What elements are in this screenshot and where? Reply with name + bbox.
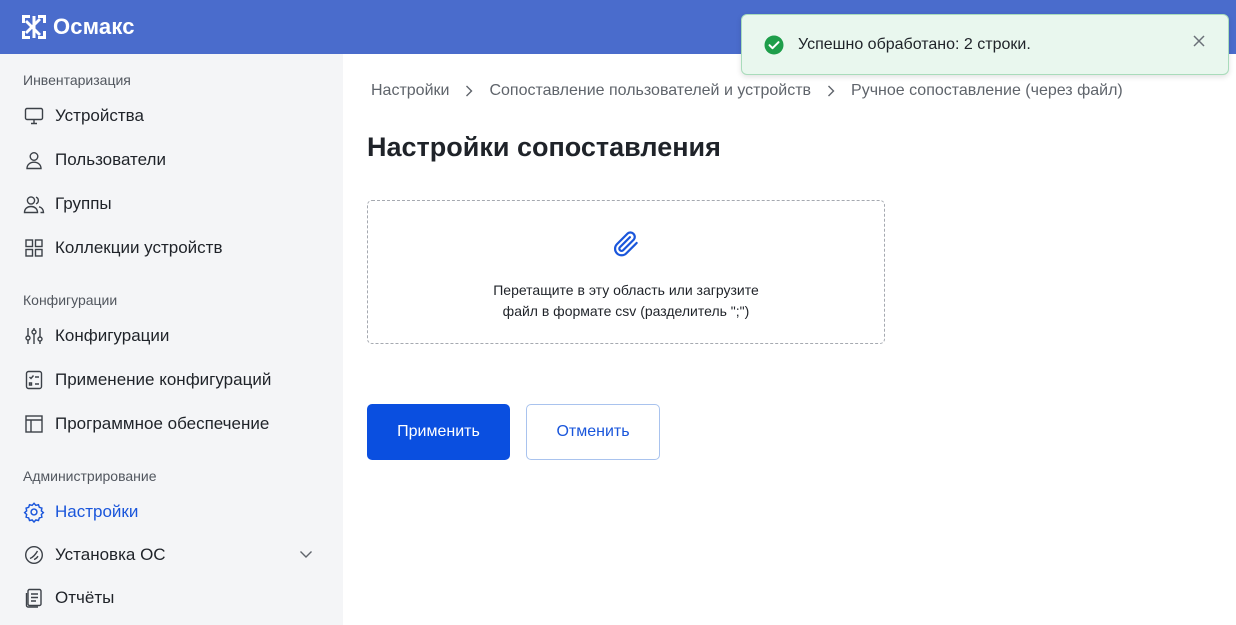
sidebar-item-configurations[interactable]: Конфигурации: [23, 321, 323, 351]
success-toast: Успешно обработано: 2 строки.: [741, 14, 1229, 75]
user-icon: [23, 149, 45, 171]
sidebar-item-os-install[interactable]: Установка ОС: [23, 540, 323, 570]
grid-icon: [23, 237, 45, 259]
monitor-icon: [23, 105, 45, 127]
sidebar-item-label: Программное обеспечение: [55, 414, 270, 433]
dropzone-text-line2: файл в формате csv (разделитель ";"): [502, 303, 750, 319]
apply-button[interactable]: Применить: [367, 404, 510, 460]
sidebar-item-label: Настройки: [55, 502, 139, 521]
chevron-right-icon: [464, 85, 474, 97]
os-install-icon: [23, 544, 45, 566]
sidebar-item-label: Применение конфигураций: [55, 370, 272, 389]
file-dropzone[interactable]: Перетащите в эту область или загрузите ф…: [367, 200, 885, 344]
app-name: Осмакс: [53, 14, 135, 39]
close-icon[interactable]: [1192, 34, 1206, 48]
sidebar-item-reports[interactable]: Отчёты: [23, 583, 323, 613]
sidebar-item-groups[interactable]: Группы: [23, 189, 323, 219]
sidebar-section-title: Инвентаризация: [23, 72, 131, 88]
sidebar-section-title: Конфигурации: [23, 292, 118, 308]
users-group-icon: [23, 193, 45, 215]
sidebar-item-label: Устройства: [55, 106, 144, 125]
chevron-right-icon: [826, 85, 836, 97]
layout-icon: [23, 413, 45, 435]
sidebar-item-label: Коллекции устройств: [55, 238, 223, 257]
sidebar-item-label: Группы: [55, 194, 112, 213]
sidebar-item-software[interactable]: Программное обеспечение: [23, 409, 323, 439]
breadcrumb-item-current: Ручное сопоставление (через файл): [851, 82, 1123, 99]
sidebar-section-title: Администрирование: [23, 468, 157, 484]
check-circle-icon: [764, 35, 784, 55]
chevron-down-icon[interactable]: [299, 547, 313, 566]
gear-icon: [23, 501, 45, 523]
main-content: Настройки Сопоставление пользователей и …: [343, 54, 1236, 625]
logo-icon: [22, 15, 46, 39]
sidebar-item-devices[interactable]: Устройства: [23, 101, 323, 131]
sidebar-item-label: Конфигурации: [55, 326, 170, 345]
toast-message: Успешно обработано: 2 строки.: [798, 35, 1031, 53]
paperclip-icon: [611, 229, 641, 264]
sidebar-item-label: Установка ОС: [55, 545, 166, 564]
sliders-icon: [23, 325, 45, 347]
page-title: Настройки сопоставления: [367, 132, 721, 162]
sidebar-item-settings[interactable]: Настройки: [23, 497, 323, 527]
checklist-icon: [23, 369, 45, 391]
dropzone-text: Перетащите в эту область или загрузите ф…: [493, 280, 759, 322]
sidebar-item-label: Пользователи: [55, 150, 166, 169]
breadcrumb-item-settings[interactable]: Настройки: [371, 82, 449, 100]
app-logo[interactable]: Осмакс: [22, 14, 135, 40]
dropzone-text-line1: Перетащите в эту область или загрузите: [493, 282, 759, 298]
sidebar-item-device-collections[interactable]: Коллекции устройств: [23, 233, 323, 263]
cancel-button[interactable]: Отменить: [526, 404, 660, 460]
breadcrumb: Настройки Сопоставление пользователей и …: [371, 82, 1123, 100]
sidebar-item-label: Отчёты: [55, 588, 115, 607]
breadcrumb-item-user-device-mapping[interactable]: Сопоставление пользователей и устройств: [489, 82, 811, 100]
sidebar-item-users[interactable]: Пользователи: [23, 145, 323, 175]
sidebar-item-apply-configurations[interactable]: Применение конфигураций: [23, 365, 323, 395]
report-icon: [23, 587, 45, 609]
sidebar: Инвентаризация Устройства Пользователи Г…: [0, 54, 343, 625]
